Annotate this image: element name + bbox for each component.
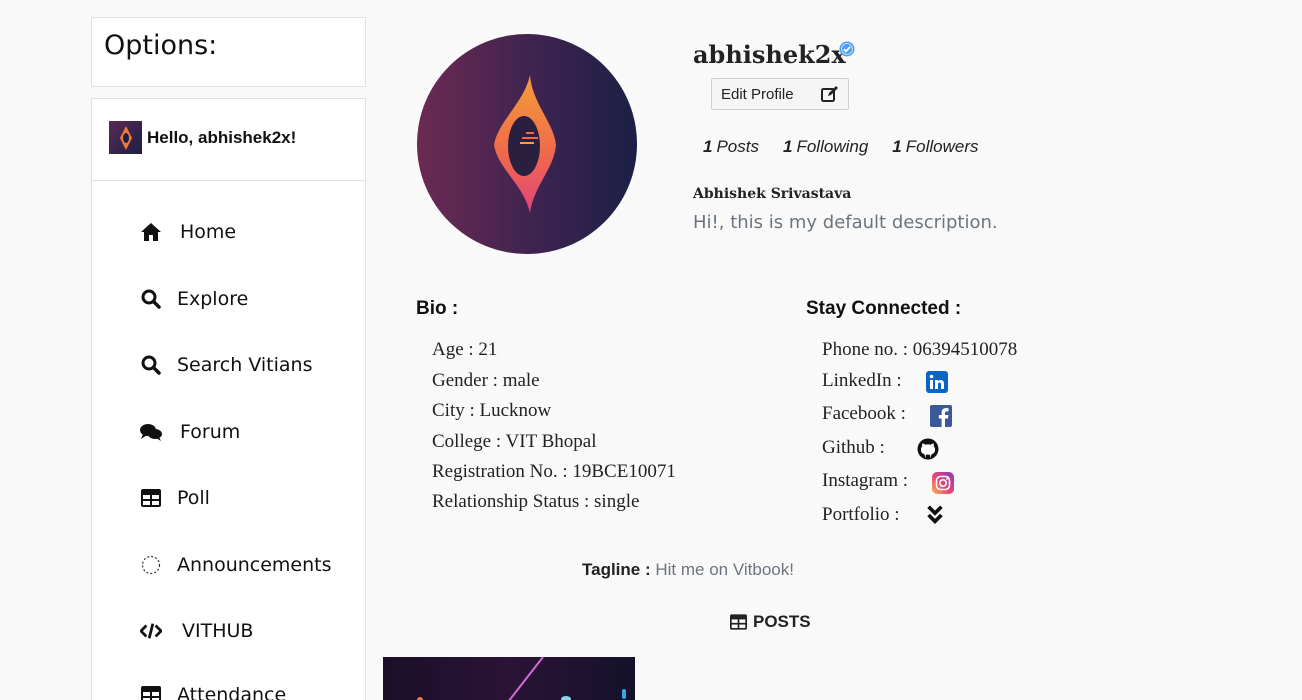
code-icon [140, 620, 162, 642]
edit-profile-button[interactable]: Edit Profile [711, 78, 849, 110]
stat-label: Posts [716, 137, 759, 156]
sidebar-item-label: Attendance [177, 684, 287, 700]
chevrons-down-icon[interactable] [924, 504, 946, 526]
greeting-text: Hello, abhishek2x! [147, 128, 297, 147]
sidebar-item-poll[interactable]: Poll [140, 483, 210, 513]
edit-profile-label: Edit Profile [721, 85, 794, 103]
sidebar-item-vithub[interactable]: VITHUB [140, 616, 253, 646]
sidebar-item-home[interactable]: Home [140, 217, 236, 247]
portfolio-label: Portfolio : [822, 504, 900, 525]
stat-label: Following [796, 137, 869, 156]
sidebar-item-label: Home [180, 221, 237, 243]
home-icon [140, 221, 162, 243]
table-icon [140, 487, 162, 509]
profile-avatar [417, 34, 637, 254]
stat-count: 1 [892, 137, 902, 156]
user-avatar[interactable] [109, 121, 142, 154]
table-icon [730, 614, 747, 630]
profile-username: abhishek2x [693, 40, 846, 69]
stat-count: 1 [703, 137, 713, 156]
phone-number: Phone no. : 06394510078 [822, 339, 1018, 360]
profile-full-name: Abhishek Srivastava [693, 186, 852, 202]
stat-count: 1 [783, 137, 793, 156]
profile-description: Hi!, this is my default description. [693, 212, 998, 233]
greeting-panel: Hello, abhishek2x! [91, 98, 366, 181]
sidebar-item-label: VITHUB [182, 620, 254, 642]
bio-city: City : Lucknow [432, 400, 552, 421]
app-logo-icon [494, 75, 556, 213]
search-icon [140, 288, 162, 310]
sidebar-item-explore[interactable]: Explore [140, 284, 248, 314]
facebook-label: Facebook : [822, 403, 906, 424]
edit-icon [821, 86, 839, 108]
posts-heading-label: POSTS [753, 612, 811, 631]
sidebar-item-label: Explore [177, 288, 249, 310]
options-title: Options: [104, 30, 218, 61]
stat-label: Followers [905, 137, 979, 156]
following-count[interactable]: 1 Following [783, 137, 868, 157]
posts-count[interactable]: 1 Posts [703, 137, 759, 157]
sidebar-item-label: Poll [177, 487, 210, 509]
bio-title: Bio : [416, 298, 459, 319]
post-image [417, 657, 626, 700]
profile-stats: 1 Posts 1 Following 1 Followers [703, 137, 1003, 157]
sidebar-item-label: Announcements [177, 554, 332, 576]
instagram-label: Instagram : [822, 470, 909, 491]
bio-gender: Gender : male [432, 370, 540, 391]
tagline: Tagline : Hit me on Vitbook! [582, 560, 794, 580]
comments-icon [140, 421, 162, 443]
github-icon[interactable] [917, 438, 939, 460]
posts-heading: POSTS [730, 612, 811, 632]
followers-count[interactable]: 1 Followers [892, 137, 978, 157]
instagram-icon[interactable] [932, 472, 954, 494]
linkedin-icon[interactable] [926, 371, 948, 393]
dotted-circle-icon [140, 554, 162, 576]
table-icon [140, 684, 162, 700]
bio-college: College : VIT Bhopal [432, 431, 597, 452]
search-icon [140, 354, 162, 376]
facebook-icon[interactable] [930, 405, 952, 427]
bio-registration: Registration No. : 19BCE10071 [432, 461, 676, 482]
sidebar-item-forum[interactable]: Forum [140, 417, 240, 447]
connected-title: Stay Connected : [806, 298, 962, 319]
sidebar-item-label: Forum [180, 421, 241, 443]
github-label: Github : [822, 437, 885, 458]
bio-relationship: Relationship Status : single [432, 491, 640, 512]
app-logo-icon [119, 125, 132, 150]
bio-age: Age : 21 [432, 339, 498, 360]
options-panel: Options: [91, 17, 366, 87]
linkedin-label: LinkedIn : [822, 370, 902, 391]
tagline-label: Tagline : [582, 560, 651, 579]
verified-badge-icon [839, 41, 855, 57]
sidebar-item-announcements[interactable]: Announcements [140, 550, 332, 580]
sidebar-item-search-vitians[interactable]: Search Vitians [140, 350, 313, 380]
tagline-value: Hit me on Vitbook! [655, 560, 794, 579]
sidebar-item-label: Search Vitians [177, 354, 313, 376]
sidebar-nav: Home Explore Search Vitians Forum Poll A… [91, 180, 366, 700]
sidebar-item-attendance[interactable]: Attendance [140, 680, 286, 700]
post-thumbnail[interactable] [383, 657, 635, 700]
